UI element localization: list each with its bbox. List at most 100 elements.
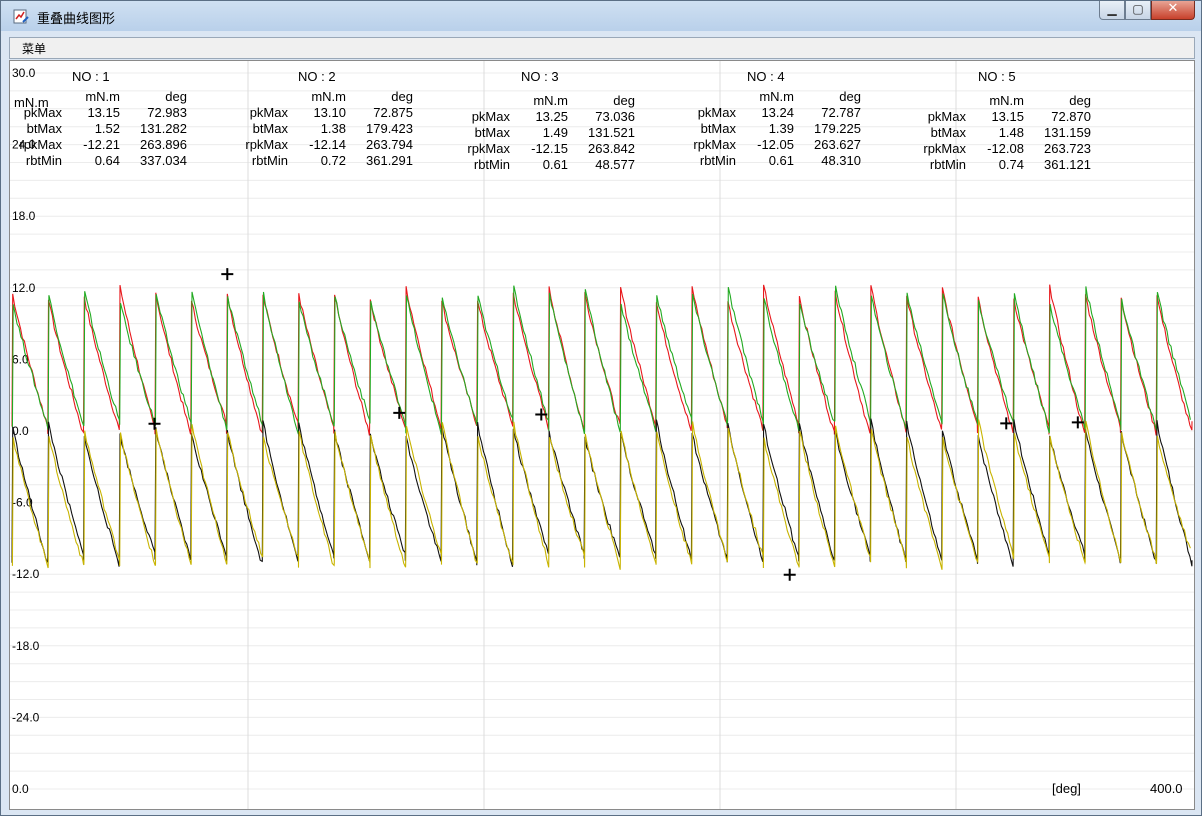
stat-angle: 179.225 bbox=[814, 121, 861, 136]
stat-value: 0.61 bbox=[542, 157, 568, 172]
y-tick-label: 30.0 bbox=[12, 66, 36, 80]
stat-value: -12.14 bbox=[309, 137, 346, 152]
stat-name: btMax bbox=[474, 125, 510, 140]
stat-value: 13.15 bbox=[87, 105, 120, 120]
panel-title: NO : 5 bbox=[978, 69, 1016, 84]
stats-row: rbtMin 0.61 48.577 bbox=[418, 157, 635, 173]
stat-name: rbtMin bbox=[25, 153, 62, 168]
header-spacer bbox=[418, 93, 510, 109]
series-line bbox=[11, 418, 1193, 567]
panel-title: NO : 2 bbox=[298, 69, 336, 84]
stat-angle: 72.870 bbox=[1051, 109, 1091, 124]
stat-name: rpkMax bbox=[693, 137, 736, 152]
stat-value: 0.74 bbox=[998, 157, 1024, 172]
cross-marker bbox=[1000, 417, 1013, 430]
y-tick-label: 18.0 bbox=[12, 209, 36, 223]
stat-angle: 131.159 bbox=[1044, 125, 1091, 140]
stat-value: 1.52 bbox=[94, 121, 120, 136]
stat-name: btMax bbox=[700, 121, 736, 136]
stats-row: pkMax 13.25 73.036 bbox=[418, 109, 635, 125]
stat-value: -12.21 bbox=[83, 137, 120, 152]
stat-value: 1.48 bbox=[998, 125, 1024, 140]
maximize-icon: ▢ bbox=[1132, 2, 1144, 16]
cross-marker bbox=[783, 568, 796, 581]
stat-angle: 131.282 bbox=[140, 121, 187, 136]
stat-angle: 73.036 bbox=[595, 109, 635, 124]
title-bar[interactable]: 重叠曲线图形 ▁ ▢ ✕ bbox=[1, 1, 1201, 31]
column-header: mN.m bbox=[311, 89, 346, 104]
stats-row: rpkMax -12.15 263.842 bbox=[418, 141, 635, 157]
cross-marker bbox=[148, 417, 161, 430]
stat-name: pkMax bbox=[927, 109, 966, 124]
stats-row: btMax 1.39 179.225 bbox=[644, 121, 861, 137]
column-header: mN.m bbox=[989, 93, 1024, 108]
stats-header-row: mN.m deg bbox=[196, 89, 413, 105]
column-header: deg bbox=[613, 93, 635, 108]
stat-angle: 72.875 bbox=[373, 105, 413, 120]
stat-value: 1.39 bbox=[768, 121, 794, 136]
close-icon: ✕ bbox=[1167, 1, 1179, 16]
stats-row: rpkMax -12.21 263.896 bbox=[10, 137, 187, 153]
stat-angle: 263.896 bbox=[140, 137, 187, 152]
x-axis-max: 400.0 bbox=[1150, 781, 1183, 796]
stat-name: pkMax bbox=[471, 109, 510, 124]
column-header: mN.m bbox=[759, 89, 794, 104]
stat-value: 1.38 bbox=[320, 121, 346, 136]
stats-row: pkMax 13.15 72.870 bbox=[874, 109, 1091, 125]
stat-value: -12.15 bbox=[531, 141, 568, 156]
main-window: 重叠曲线图形 ▁ ▢ ✕ 菜单 30.0 24.0 18.0 12.0 6.0 0.0 -6… bbox=[0, 0, 1202, 816]
stat-name: rbtMin bbox=[473, 157, 510, 172]
stat-value: 13.15 bbox=[991, 109, 1024, 124]
y-tick-label: 12.0 bbox=[12, 281, 36, 295]
stat-name: btMax bbox=[252, 121, 288, 136]
column-header: mN.m bbox=[85, 89, 120, 104]
header-spacer bbox=[196, 89, 288, 105]
stats-row: pkMax 13.15 72.983 bbox=[10, 105, 187, 121]
stat-value: 0.72 bbox=[320, 153, 346, 168]
stat-angle: 263.723 bbox=[1044, 141, 1091, 156]
stat-angle: 179.423 bbox=[366, 121, 413, 136]
header-spacer bbox=[874, 93, 966, 109]
stat-name: rbtMin bbox=[251, 153, 288, 168]
stats-header-row: mN.m deg bbox=[644, 89, 861, 105]
stat-value: 1.49 bbox=[542, 125, 568, 140]
chart-area: 30.0 24.0 18.0 12.0 6.0 0.0 -6.0 -12.0 -18.0 -24.… bbox=[9, 60, 1195, 810]
column-header: deg bbox=[839, 89, 861, 104]
x-tick-label: 0.0 bbox=[12, 782, 29, 796]
stats-row: rpkMax -12.05 263.627 bbox=[644, 137, 861, 153]
stats-row: pkMax 13.10 72.875 bbox=[196, 105, 413, 121]
window-title: 重叠曲线图形 bbox=[37, 12, 116, 27]
stat-name: pkMax bbox=[23, 105, 62, 120]
stat-value: 13.24 bbox=[761, 105, 794, 120]
stat-value: 0.64 bbox=[94, 153, 120, 168]
stat-name: pkMax bbox=[249, 105, 288, 120]
stat-angle: 48.577 bbox=[595, 157, 635, 172]
stat-name: rbtMin bbox=[699, 153, 736, 168]
close-button[interactable]: ✕ bbox=[1151, 1, 1195, 20]
minimize-button[interactable]: ▁ bbox=[1099, 1, 1125, 20]
stat-value: 13.25 bbox=[535, 109, 568, 124]
stat-angle: 72.787 bbox=[821, 105, 861, 120]
stat-angle: 48.310 bbox=[821, 153, 861, 168]
stats-table: mN.m deg pkMax 13.15 72.870 btMax 1.48 131.159 r… bbox=[874, 93, 1091, 173]
chart-svg: 30.024.018.012.06.00.0-6.0-12.0-18.0-24.… bbox=[10, 61, 1194, 809]
stat-name: rpkMax bbox=[467, 141, 510, 156]
maximize-button[interactable]: ▢ bbox=[1125, 1, 1151, 20]
stat-name: btMax bbox=[930, 125, 966, 140]
stats-table: mN.m deg pkMax 13.25 73.036 btMax 1.49 131.521 r… bbox=[418, 93, 635, 173]
menu-bar: 菜单 bbox=[9, 37, 1195, 59]
stat-angle: 337.034 bbox=[140, 153, 187, 168]
stat-angle: 263.842 bbox=[588, 141, 635, 156]
y-tick-label: -24.0 bbox=[12, 710, 40, 724]
stats-row: rpkMax -12.14 263.794 bbox=[196, 137, 413, 153]
stat-value: 13.10 bbox=[313, 105, 346, 120]
stat-angle: 72.983 bbox=[147, 105, 187, 120]
stats-table: mN.m deg pkMax 13.15 72.983 btMax 1.52 131.282 r… bbox=[10, 89, 187, 169]
minimize-icon: ▁ bbox=[1107, 2, 1117, 16]
stats-row: pkMax 13.24 72.787 bbox=[644, 105, 861, 121]
stat-value: 0.61 bbox=[768, 153, 794, 168]
stat-name: rpkMax bbox=[19, 137, 62, 152]
stats-table: mN.m deg pkMax 13.24 72.787 btMax 1.39 179.225 r… bbox=[644, 89, 861, 169]
menu-item-main[interactable]: 菜单 bbox=[22, 40, 46, 57]
x-axis-unit: [deg] bbox=[1052, 781, 1081, 796]
